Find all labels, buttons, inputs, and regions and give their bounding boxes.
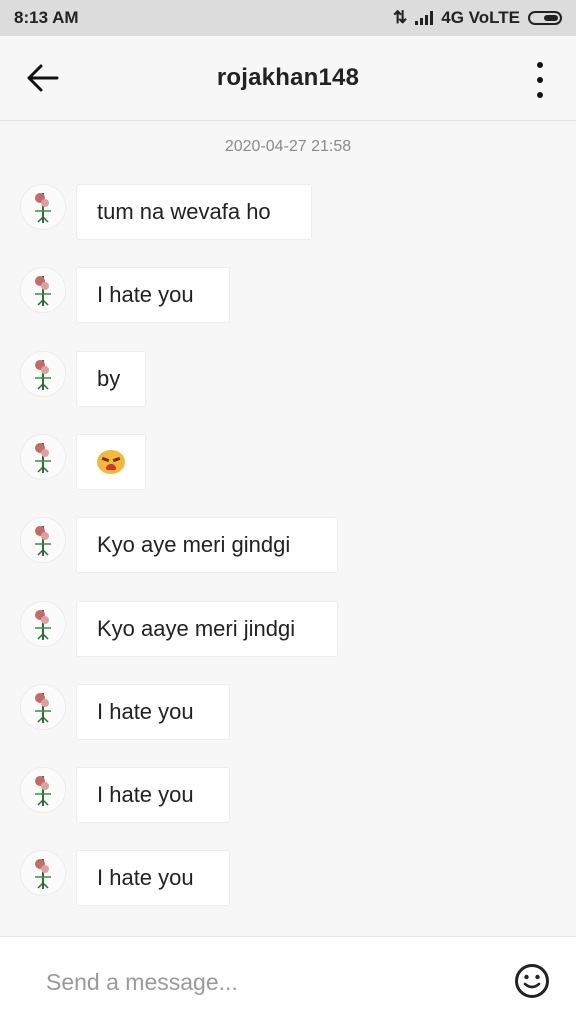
avatar[interactable] xyxy=(20,350,66,397)
message-row: Kyo aaye meri jindgi xyxy=(20,600,540,661)
more-options-icon[interactable] xyxy=(534,62,546,98)
message-bubble[interactable]: Kyo aaye meri jindgi xyxy=(76,600,338,657)
message-bubble[interactable]: by xyxy=(76,350,146,407)
message-bubble[interactable]: tum na wevafa ho xyxy=(76,184,312,240)
message-text: Kyo aaye meri jindgi xyxy=(97,615,296,641)
network-type-label: 4G VoLTE xyxy=(441,8,520,27)
avatar[interactable] xyxy=(20,517,66,564)
message-bubble[interactable]: I hate you xyxy=(76,850,230,907)
message-text: by xyxy=(97,365,121,391)
message-bubble[interactable]: I hate you xyxy=(76,683,230,740)
message-timestamp: 2020-04-27 21:58 xyxy=(224,138,352,155)
chat-title[interactable]: rojakhan148 xyxy=(217,64,359,92)
status-indicators: ⇅ 4G VoLTE xyxy=(393,8,562,28)
message-row xyxy=(20,433,540,494)
avatar[interactable] xyxy=(20,184,66,230)
message-bubble[interactable] xyxy=(76,433,146,490)
message-composer xyxy=(0,936,576,1025)
angry-crying-face-emoji-icon xyxy=(97,449,125,474)
message-input[interactable] xyxy=(44,965,468,999)
message-text: I hate you xyxy=(97,282,194,308)
message-text: tum na wevafa ho xyxy=(97,199,271,224)
message-text: I hate you xyxy=(97,782,194,808)
message-text: Kyo aye meri gindgi xyxy=(97,532,291,558)
status-time: 8:13 AM xyxy=(14,8,79,27)
avatar[interactable] xyxy=(20,683,66,730)
message-bubble[interactable]: I hate you xyxy=(76,267,230,324)
message-row: I hate you xyxy=(20,267,540,327)
message-bubble[interactable]: Kyo aye meri gindgi xyxy=(76,517,338,574)
avatar[interactable] xyxy=(20,767,66,814)
status-bar: 8:13 AM ⇅ 4G VoLTE xyxy=(0,0,576,36)
message-row: I hate you xyxy=(20,850,540,910)
message-row: by xyxy=(20,350,540,411)
avatar[interactable] xyxy=(20,850,66,897)
message-row: I hate you xyxy=(20,767,540,827)
data-transfer-icon: ⇅ xyxy=(393,8,408,27)
message-row: tum na wevafa ho xyxy=(20,184,540,244)
message-text: I hate you xyxy=(97,865,194,891)
signal-strength-icon xyxy=(415,11,434,25)
message-row: Kyo aye meri gindgi xyxy=(20,517,540,577)
message-row: I hate you xyxy=(20,683,540,744)
message-text: I hate you xyxy=(97,698,194,724)
avatar[interactable] xyxy=(20,433,66,480)
battery-icon xyxy=(528,11,562,25)
avatar[interactable] xyxy=(20,600,66,647)
message-bubble[interactable]: I hate you xyxy=(76,767,230,824)
smiley-face-icon[interactable] xyxy=(514,963,550,999)
chat-header: rojakhan148 xyxy=(0,36,576,121)
back-arrow-icon[interactable] xyxy=(22,60,62,96)
avatar[interactable] xyxy=(20,267,66,314)
